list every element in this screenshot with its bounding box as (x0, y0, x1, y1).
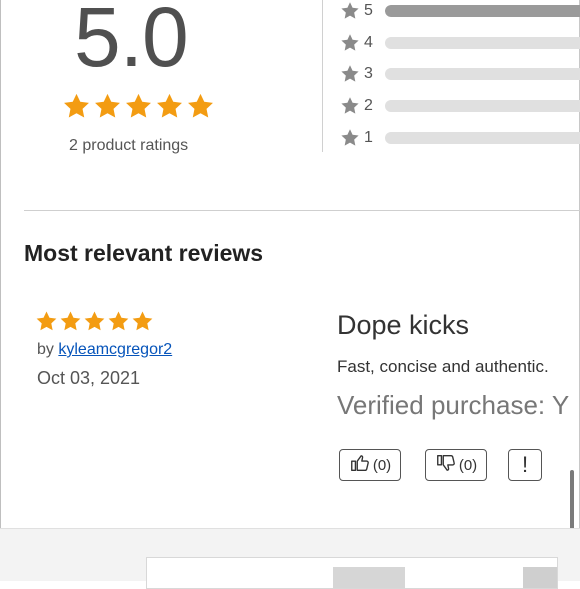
review-body: Fast, concise and authentic. (337, 357, 549, 376)
helpful-count: (0) (372, 456, 392, 474)
histogram-star-label: 4 (364, 34, 373, 51)
review-star-rating (35, 310, 155, 333)
product-thumbnail (333, 567, 405, 588)
star-icon (107, 310, 130, 333)
star-icon (131, 310, 154, 333)
star-icon (35, 310, 58, 333)
summary-divider (322, 0, 323, 152)
star-icon (124, 92, 153, 121)
histogram-bar (385, 37, 580, 49)
bottom-card (146, 557, 558, 589)
histogram-star-label: 2 (364, 97, 373, 114)
histogram-star-label: 1 (364, 129, 373, 146)
histogram-row-5[interactable]: 5 (340, 0, 580, 22)
histogram-bar (385, 5, 580, 17)
report-label: ! (521, 452, 529, 477)
by-prefix: by (37, 341, 54, 358)
verified-purchase: Verified purchase: Y (337, 390, 570, 420)
star-icon (340, 33, 360, 53)
histogram-row-3[interactable]: 3 (340, 63, 580, 85)
average-rating: 5.0 (74, 0, 189, 84)
star-icon (93, 92, 122, 121)
star-icon (340, 128, 360, 148)
review-date: Oct 03, 2021 (37, 368, 141, 388)
star-icon (59, 310, 82, 333)
histogram-bar (385, 68, 580, 80)
section-divider (24, 210, 580, 211)
report-button[interactable]: ! (508, 449, 542, 481)
reviews-section-title: Most relevant reviews (24, 240, 264, 266)
review-author-line: by kyleamcgregor2 (37, 341, 172, 359)
histogram-bar (385, 132, 580, 144)
star-icon (186, 92, 215, 121)
product-thumbnail (523, 567, 557, 588)
histogram-bar (385, 100, 580, 112)
histogram-star-label: 3 (364, 65, 373, 82)
star-icon (340, 64, 360, 84)
star-icon (340, 96, 360, 116)
left-border (0, 0, 1, 580)
star-icon (62, 92, 91, 121)
histogram-star-label: 5 (364, 2, 373, 19)
helpful-button[interactable]: (0) (339, 449, 401, 481)
thumbs-up-icon (349, 452, 373, 478)
histogram-row-1[interactable]: 1 (340, 127, 580, 149)
ratings-count: 2 product ratings (69, 137, 189, 154)
histogram-row-2[interactable]: 2 (340, 95, 580, 117)
summary-star-rating (62, 92, 217, 121)
star-icon (83, 310, 106, 333)
thumbs-down-icon (435, 452, 459, 478)
unhelpful-count: (0) (458, 456, 478, 474)
unhelpful-button[interactable]: (0) (425, 449, 487, 481)
star-icon (155, 92, 184, 121)
review-title: Dope kicks (337, 310, 470, 340)
reviewer-link[interactable]: kyleamcgregor2 (58, 341, 172, 358)
histogram-row-4[interactable]: 4 (340, 32, 580, 54)
star-icon (340, 1, 360, 21)
histogram-bar-fill (385, 5, 580, 17)
